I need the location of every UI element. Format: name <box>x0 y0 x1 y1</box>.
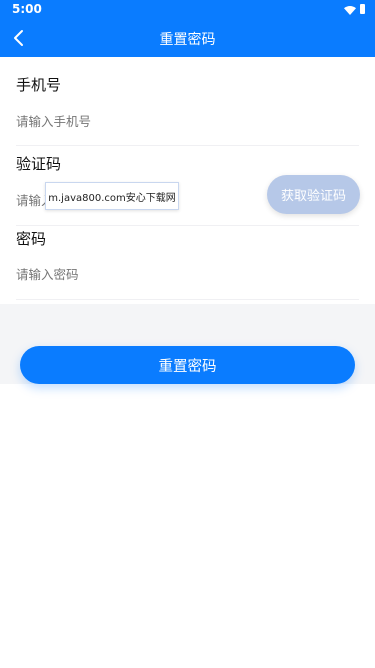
app-bar: 重置密码 <box>0 20 375 57</box>
watermark-label: m.java800.com安心下载网 <box>45 182 179 210</box>
phone-input[interactable] <box>16 112 216 130</box>
battery-icon <box>360 4 365 14</box>
status-bar: 5:00 <box>0 0 375 20</box>
phone-label: 手机号 <box>16 76 62 94</box>
page-title: 重置密码 <box>159 32 216 48</box>
password-input[interactable] <box>16 265 216 283</box>
code-label: 验证码 <box>16 155 62 173</box>
reset-password-button[interactable]: 重置密码 <box>20 346 355 384</box>
status-time: 5:00 <box>12 2 42 16</box>
password-label: 密码 <box>16 230 47 248</box>
divider <box>16 225 359 226</box>
divider <box>16 299 359 300</box>
divider <box>16 145 359 146</box>
get-code-button[interactable]: 获取验证码 <box>267 175 360 214</box>
wifi-icon <box>344 5 356 15</box>
